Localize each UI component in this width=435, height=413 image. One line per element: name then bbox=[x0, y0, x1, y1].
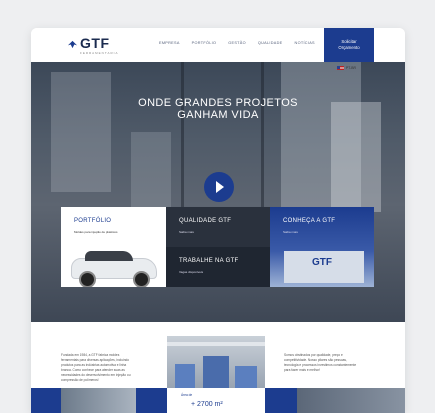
language-label: PT-BR bbox=[346, 66, 356, 70]
request-quote-button[interactable]: Solicitar Orçamento bbox=[324, 28, 374, 62]
browser-frame: GTF FERRAMENTARIA EMPRESA PORTFÓLIO GEST… bbox=[31, 28, 405, 413]
nav-item-noticias[interactable]: NOTÍCIAS bbox=[289, 41, 321, 45]
tile-title: CONHEÇA A GTF bbox=[283, 218, 336, 224]
tile-subtitle: Moldes para injeção de plásticos bbox=[74, 230, 118, 234]
site-header: GTF FERRAMENTARIA EMPRESA PORTFÓLIO GEST… bbox=[31, 28, 405, 62]
tile-title: TRABALHE NA GTF bbox=[179, 258, 239, 264]
tile-trabalhe[interactable]: TRABALHE NA GTF Vagas disponíveis bbox=[166, 247, 270, 287]
car-image bbox=[67, 249, 159, 287]
nav-item-qualidade[interactable]: QUALIDADE bbox=[252, 41, 289, 45]
hero-title-line2: GANHAM VIDA bbox=[177, 109, 259, 121]
cta-label-line2: Orçamento bbox=[338, 45, 360, 50]
language-selector[interactable]: PT-BR bbox=[337, 66, 356, 70]
tile-subtitle: Saiba mais bbox=[179, 230, 194, 234]
nav-item-portfolio[interactable]: PORTFÓLIO bbox=[186, 41, 223, 45]
feature-tiles: PORTFÓLIO Moldes para injeção de plástic… bbox=[61, 207, 374, 287]
tile-subtitle: Saiba mais bbox=[283, 230, 298, 234]
tile-title: QUALIDADE GTF bbox=[179, 218, 232, 224]
logo-mark-icon bbox=[67, 40, 78, 49]
about-text-left: Fundada em 1984, a GTF fabrica moldes fe… bbox=[61, 353, 131, 382]
tile-title: PORTFÓLIO bbox=[74, 218, 112, 224]
nav-item-empresa[interactable]: EMPRESA bbox=[153, 41, 186, 45]
tile-subtitle: Vagas disponíveis bbox=[179, 270, 204, 274]
us-flag-icon bbox=[337, 66, 344, 70]
building-sign: GTF bbox=[312, 257, 332, 268]
stat-label: Área de bbox=[181, 393, 193, 397]
nav-item-gestao[interactable]: GESTÃO bbox=[222, 41, 252, 45]
machinery-image bbox=[297, 388, 405, 413]
hero-title: ONDE GRANDES PROJETOS GANHAM VIDA bbox=[31, 97, 405, 121]
play-video-button[interactable] bbox=[204, 172, 234, 202]
tile-qualidade[interactable]: QUALIDADE GTF Saiba mais bbox=[166, 207, 270, 247]
logo[interactable]: GTF FERRAMENTARIA bbox=[67, 36, 127, 58]
hero-title-line1: ONDE GRANDES PROJETOS bbox=[138, 97, 298, 109]
building-image: GTF bbox=[284, 251, 364, 283]
logo-subtitle: FERRAMENTARIA bbox=[80, 51, 119, 55]
tile-portfolio[interactable]: PORTFÓLIO Moldes para injeção de plástic… bbox=[61, 207, 166, 287]
tile-conheca[interactable]: CONHEÇA A GTF Saiba mais GTF bbox=[270, 207, 374, 287]
stat-area-value: + 2700 m² bbox=[191, 401, 223, 408]
about-text-right: Somos obstinados por qualidade, preço e … bbox=[284, 353, 357, 372]
logo-text: GTF bbox=[80, 35, 110, 51]
main-nav: EMPRESA PORTFÓLIO GESTÃO QUALIDADE NOTÍC… bbox=[153, 41, 353, 45]
worker-image bbox=[61, 388, 136, 413]
